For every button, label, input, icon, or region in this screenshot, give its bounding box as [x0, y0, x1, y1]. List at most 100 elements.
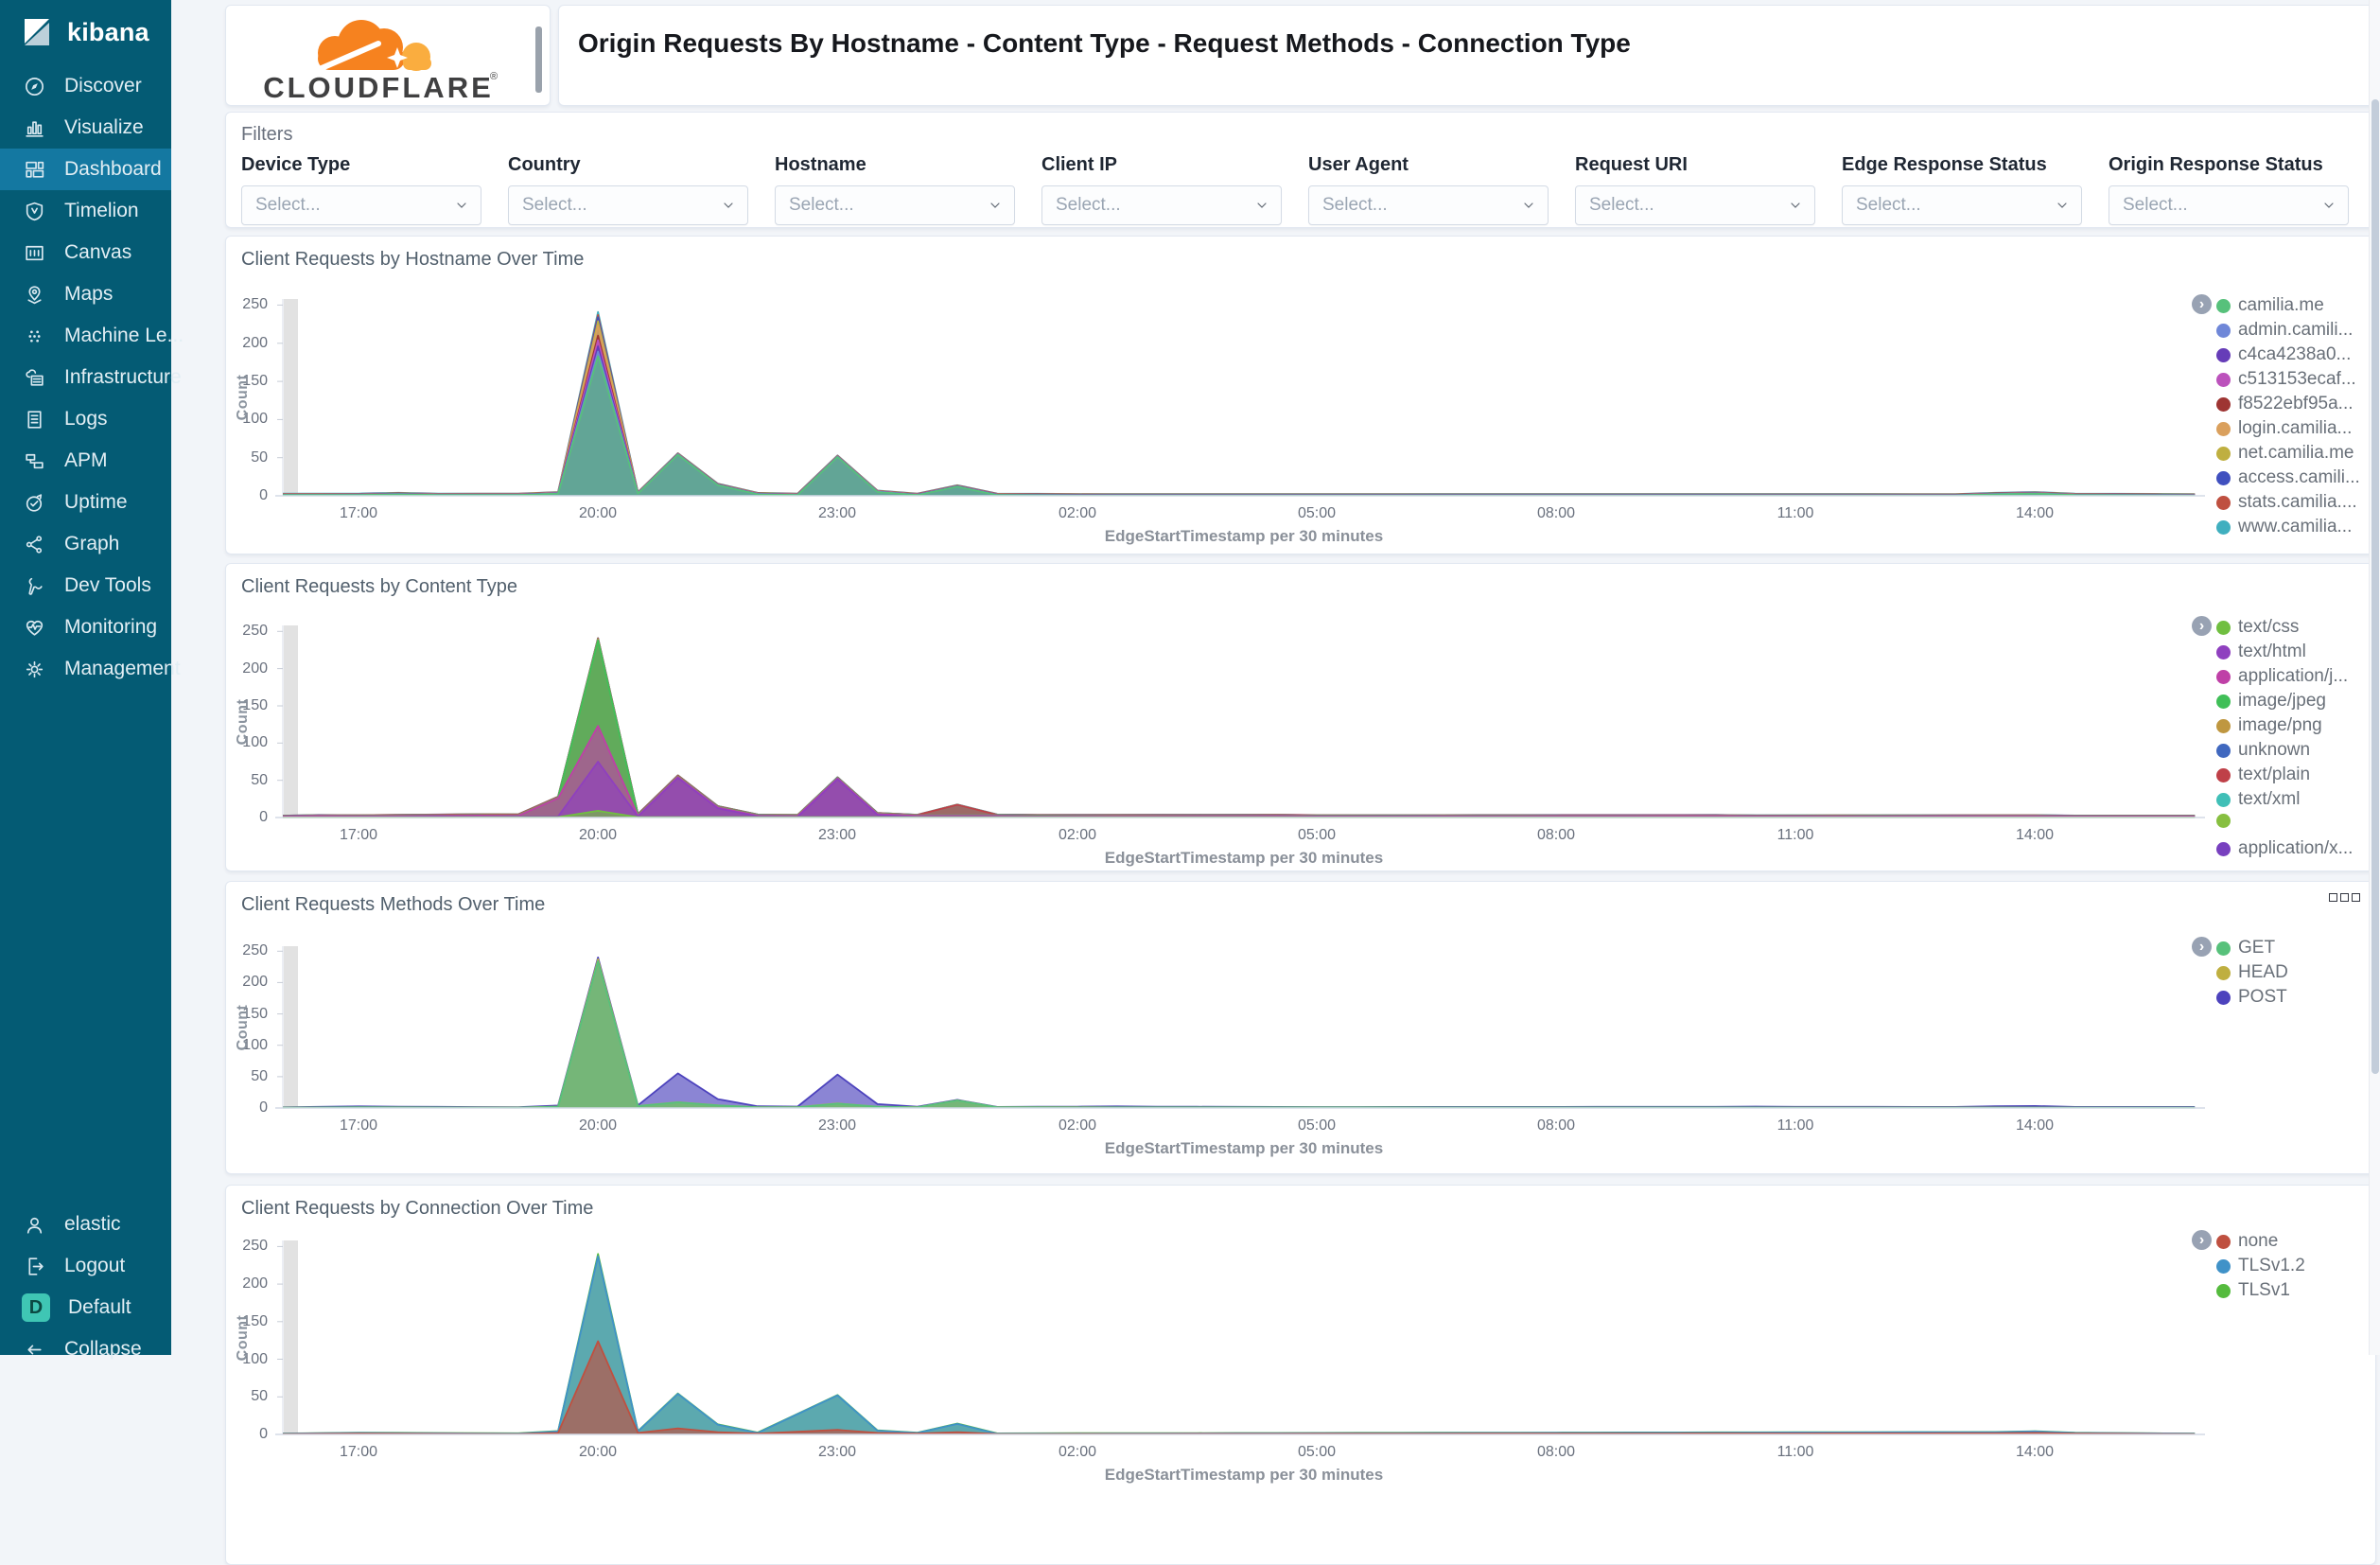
sidebar-footer-collapse[interactable]: Collapse: [0, 1328, 171, 1370]
sidebar-footer-default[interactable]: D Default: [0, 1287, 171, 1328]
legend-item-text-xml[interactable]: text/xml: [2216, 789, 2300, 810]
filter-select-client-ip[interactable]: Select...: [1041, 185, 1282, 225]
y-axis-tick: 0: [259, 809, 268, 825]
sidebar-item-apm[interactable]: APM: [0, 440, 171, 482]
sidebar-item-label: Machine Le...: [64, 325, 184, 346]
cloudflare-logo: CLOUDFLARE ®: [263, 20, 498, 104]
legend-item-image-png[interactable]: image/png: [2216, 715, 2322, 736]
legend-item-f8522ebf95a[interactable]: f8522ebf95a...: [2216, 394, 2354, 414]
legend-label: c4ca4238a0...: [2238, 344, 2352, 364]
legend-item-access-camili[interactable]: access.camili...: [2216, 467, 2360, 488]
sidebar-item-timelion[interactable]: Timelion: [0, 190, 171, 232]
sidebar-item-graph[interactable]: Graph: [0, 523, 171, 565]
sidebar-item-discover[interactable]: Discover: [0, 65, 171, 107]
legend-label: net.camilia.me: [2238, 443, 2354, 463]
legend-toggle-icon[interactable]: ›: [2192, 937, 2212, 957]
filter-placeholder: Select...: [1856, 195, 1921, 215]
legend-toggle-icon[interactable]: ›: [2192, 294, 2212, 314]
filter-group-country: Country Select...: [508, 154, 748, 225]
legend-color-dot: [2216, 743, 2231, 758]
chart-panel-client-requests-by-hostname-over-time: Client Requests by Hostname Over Time 0 50…: [225, 236, 2376, 554]
legend-item-item[interactable]: [2216, 814, 2238, 828]
legend-item-head[interactable]: HEAD: [2216, 962, 2288, 983]
legend-item-www-camilia[interactable]: www.camilia...: [2216, 517, 2352, 537]
svg-text:CLOUDFLARE: CLOUDFLARE: [263, 71, 494, 104]
legend-color-dot: [2216, 396, 2231, 412]
legend-item-text-plain[interactable]: text/plain: [2216, 765, 2310, 785]
filter-group-request-uri: Request URI Select...: [1575, 154, 1815, 225]
legend-color-dot: [2216, 941, 2231, 956]
legend-item-none[interactable]: none: [2216, 1231, 2278, 1252]
sidebar-item-logs[interactable]: Logs: [0, 398, 171, 440]
legend-color-dot: [2216, 620, 2231, 635]
sidebar-item-dev-tools[interactable]: Dev Tools: [0, 565, 171, 607]
legend-item-text-html[interactable]: text/html: [2216, 642, 2306, 662]
legend-item-post[interactable]: POST: [2216, 987, 2287, 1008]
kibana-logo[interactable]: kibana: [0, 0, 171, 65]
x-axis-tick: 23:00: [817, 505, 857, 521]
legend-item-application-x[interactable]: application/x...: [2216, 838, 2353, 859]
page-scrollbar-thumb[interactable]: [2371, 99, 2379, 1074]
legend-label: camilia.me: [2238, 295, 2324, 315]
filter-group-origin-response-status: Origin Response Status Select...: [2109, 154, 2349, 225]
legend-toggle-icon[interactable]: ›: [2192, 1230, 2212, 1250]
legend-item-net-camilia-me[interactable]: net.camilia.me: [2216, 443, 2354, 464]
filter-select-edge-response-status[interactable]: Select...: [1842, 185, 2082, 225]
sidebar-footer-elastic[interactable]: elastic: [0, 1204, 171, 1245]
kibana-logo-icon: [25, 19, 49, 45]
legend-item-admin-camili[interactable]: admin.camili...: [2216, 320, 2353, 341]
y-axis-tick: 50: [251, 772, 268, 788]
logs-icon: [22, 407, 46, 431]
filter-select-user-agent[interactable]: Select...: [1308, 185, 1549, 225]
filter-select-origin-response-status[interactable]: Select...: [2109, 185, 2349, 225]
legend-item-text-css[interactable]: text/css: [2216, 617, 2299, 638]
filter-select-hostname[interactable]: Select...: [775, 185, 1015, 225]
filter-select-request-uri[interactable]: Select...: [1575, 185, 1815, 225]
chart-panel-client-requests-methods-over-time: Client Requests Methods Over Time 0 50 100 1…: [225, 881, 2376, 1174]
legend-label: text/html: [2238, 642, 2306, 661]
area-chart[interactable]: [275, 625, 2205, 821]
sidebar-item-machine-le[interactable]: Machine Le...: [0, 315, 184, 357]
sidebar-item-maps[interactable]: Maps: [0, 273, 171, 315]
y-axis-label: Count: [235, 374, 251, 421]
legend-toggle-icon[interactable]: ›: [2192, 616, 2212, 636]
area-chart[interactable]: [275, 1240, 2205, 1438]
area-chart[interactable]: [275, 946, 2205, 1112]
logout-icon: [22, 1254, 46, 1278]
legend-item-c4ca4238a0[interactable]: c4ca4238a0...: [2216, 344, 2351, 365]
panel-options-icon[interactable]: [2329, 893, 2360, 902]
legend-item-unknown[interactable]: unknown: [2216, 740, 2310, 761]
legend-label: login.camilia...: [2238, 418, 2353, 438]
legend-item-login-camilia[interactable]: login.camilia...: [2216, 418, 2352, 439]
sidebar-item-visualize[interactable]: Visualize: [0, 107, 171, 149]
legend-item-get[interactable]: GET: [2216, 938, 2275, 958]
filter-select-country[interactable]: Select...: [508, 185, 748, 225]
legend-item-image-jpeg[interactable]: image/jpeg: [2216, 691, 2326, 712]
chart-panel-client-requests-by-content-type: Client Requests by Content Type 0 50 100 150…: [225, 563, 2376, 871]
legend-item-camilia-me[interactable]: camilia.me: [2216, 295, 2324, 316]
x-axis-label: EdgeStartTimestamp per 30 minutes: [1104, 849, 1384, 867]
sidebar-item-management[interactable]: Management: [0, 648, 181, 690]
sidebar-item-canvas[interactable]: Canvas: [0, 232, 171, 273]
sidebar-item-dashboard[interactable]: Dashboard: [0, 149, 171, 190]
legend-color-dot: [2216, 470, 2231, 485]
sidebar-item-uptime[interactable]: Uptime: [0, 482, 171, 523]
sidebar-footer-label: Default: [68, 1296, 131, 1318]
filter-select-device-type[interactable]: Select...: [241, 185, 481, 225]
area-chart[interactable]: [275, 299, 2205, 500]
sidebar-item-monitoring[interactable]: Monitoring: [0, 607, 171, 648]
x-axis-tick: 14:00: [2015, 1117, 2055, 1134]
sidebar-item-label: Uptime: [64, 491, 128, 513]
sidebar-item-infrastructure[interactable]: Infrastructure: [0, 357, 182, 398]
logo-panel-scrollbar[interactable]: [535, 26, 542, 93]
filters-heading: Filters: [241, 124, 293, 145]
legend-color-dot: [2216, 669, 2231, 684]
legend-item-tlsv1-2[interactable]: TLSv1.2: [2216, 1256, 2305, 1276]
legend-item-tlsv1[interactable]: TLSv1: [2216, 1280, 2290, 1301]
sidebar-footer-logout[interactable]: Logout: [0, 1245, 171, 1287]
legend-item-application-j[interactable]: application/j...: [2216, 666, 2348, 687]
legend-item-c513153ecaf[interactable]: c513153ecaf...: [2216, 369, 2356, 390]
x-axis-tick: 14:00: [2015, 1444, 2055, 1460]
filter-label: Country: [508, 154, 581, 175]
legend-item-stats-camilia[interactable]: stats.camilia....: [2216, 492, 2357, 513]
